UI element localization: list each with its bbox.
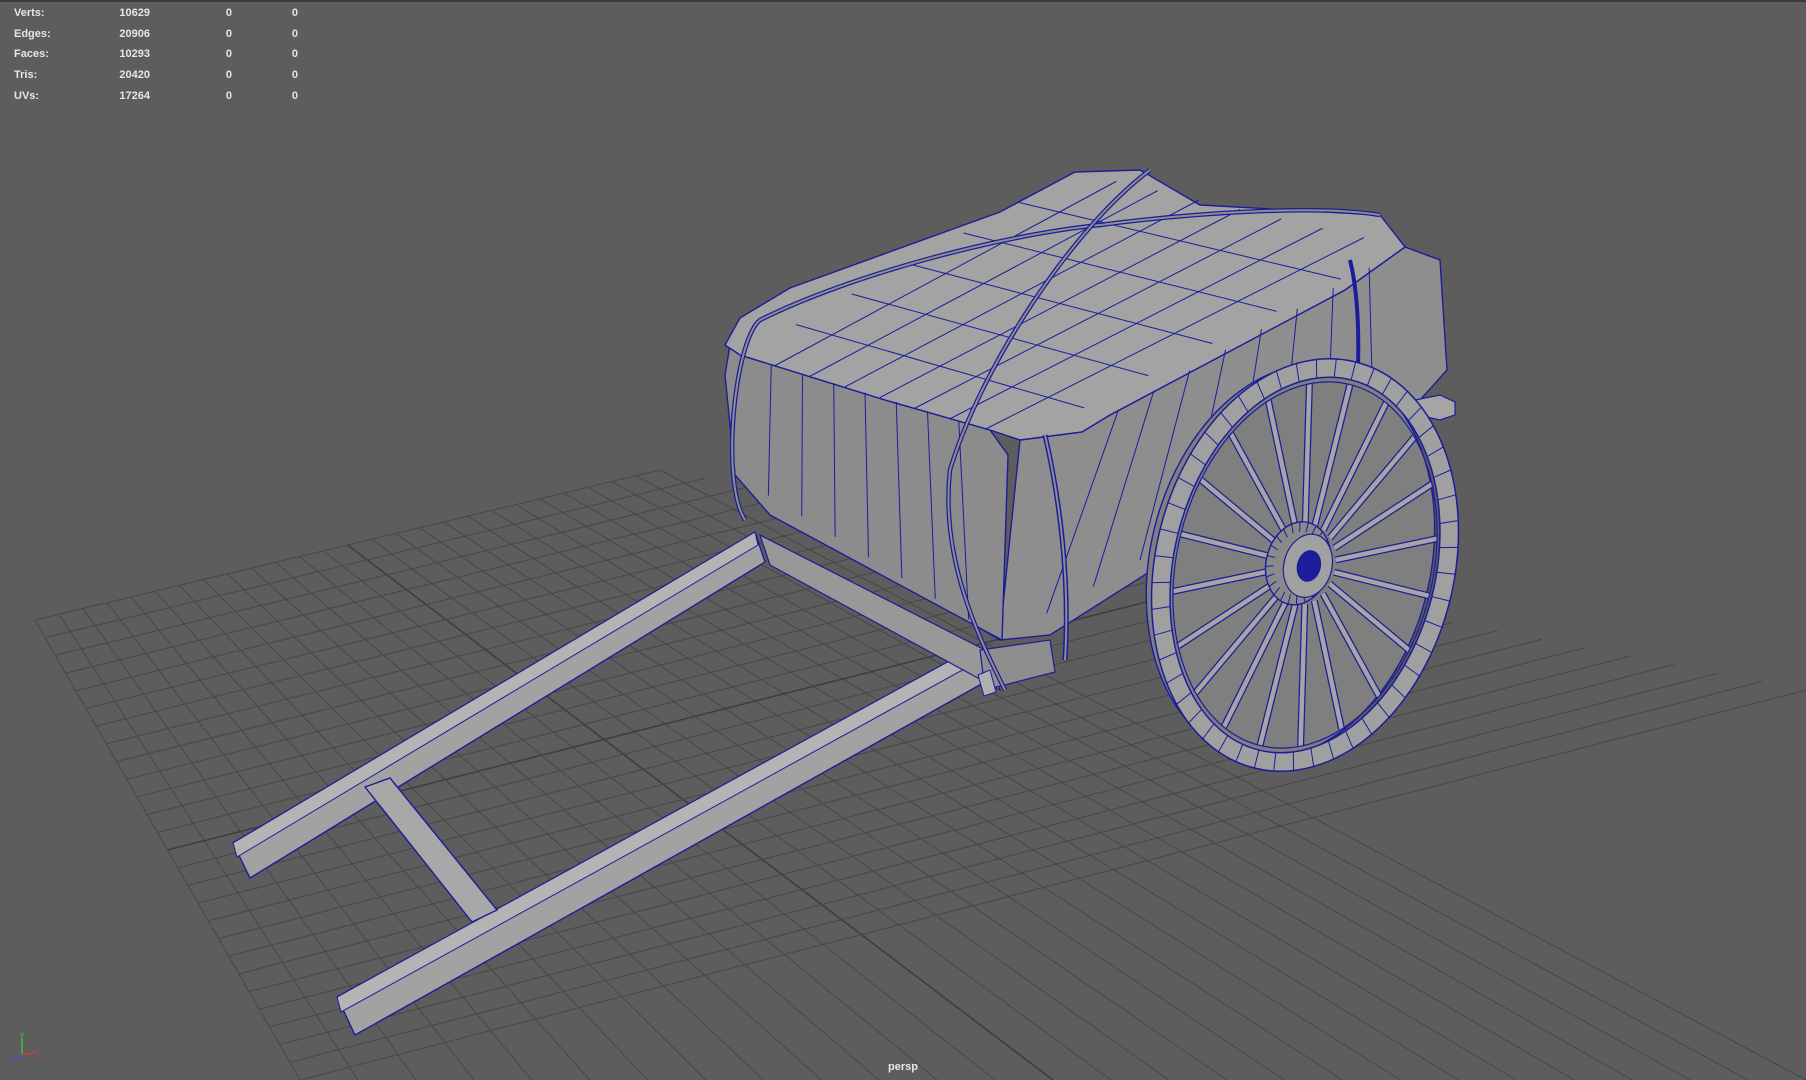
hud-label: Verts: [14, 7, 45, 19]
hud-selected: 0 [225, 89, 232, 102]
hud-value: 10629 [119, 7, 150, 19]
hud-triangles: 0 [291, 48, 298, 61]
axis-y-label: y [20, 1030, 24, 1039]
hud-row-edges: Edges: 20906 0 0 [14, 24, 298, 45]
hud-selected: 0 [225, 27, 232, 40]
hud-triangles: 0 [291, 89, 298, 102]
hud-value: 10293 [119, 48, 150, 61]
hud-row-uvs: UVs: 17264 0 0 [14, 86, 298, 107]
perspective-viewport[interactable]: Verts: 10629 0 0 Edges: 20906 0 0 Faces:… [0, 0, 1806, 1080]
hud-value: 17264 [119, 89, 150, 102]
hud-selected: 0 [225, 69, 232, 82]
hud-value: 20420 [119, 69, 150, 82]
hud-label: UVs: [14, 89, 40, 102]
poly-count-hud: Verts: 10629 0 0 Edges: 20906 0 0 Faces:… [14, 3, 298, 106]
hud-row-verts: Verts: 10629 0 0 [14, 3, 298, 24]
axis-gizmo-icon: y x z [10, 1030, 41, 1064]
hud-label: Edges: [14, 27, 51, 40]
hud-triangles: 0 [291, 27, 298, 40]
camera-name-label: persp [888, 1061, 918, 1073]
hud-label: Tris: [14, 69, 38, 82]
hud-value: 20906 [119, 27, 150, 40]
hud-row-tris: Tris: 20420 0 0 [14, 65, 298, 86]
cart-shafts[interactable] [232, 530, 1056, 1036]
hud-label: Faces: [14, 48, 49, 61]
hud-selected: 0 [225, 48, 232, 61]
hud-selected: 0 [225, 7, 232, 19]
hud-triangles: 0 [291, 69, 298, 82]
scene-canvas[interactable] [0, 0, 1806, 1080]
axis-x-label: x [37, 1052, 41, 1061]
hud-triangles: 0 [291, 7, 298, 19]
hud-row-faces: Faces: 10293 0 0 [14, 44, 298, 65]
